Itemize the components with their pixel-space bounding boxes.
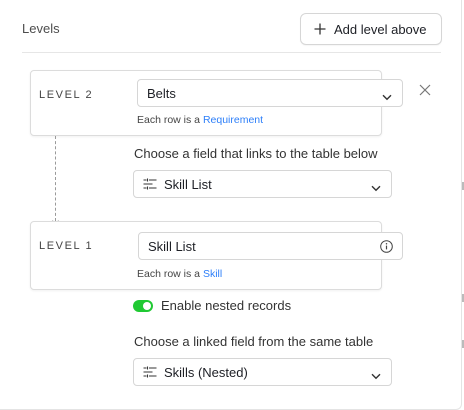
chevron-down-icon: [371, 180, 381, 195]
level-2-table-value: Belts: [147, 85, 176, 101]
link-field-value: Skill List: [164, 176, 212, 192]
divider: [22, 52, 441, 53]
skill-link[interactable]: Skill: [203, 268, 222, 280]
levels-popover: Levels Add level above LEVEL 2 Belts Eac…: [0, 0, 462, 410]
level-2-tag: LEVEL 2: [39, 89, 94, 101]
remove-level-close-icon[interactable]: [419, 83, 431, 101]
toggle-knob: [143, 301, 151, 310]
nested-records-label: Enable nested records: [161, 298, 292, 313]
plus-icon: [314, 20, 326, 38]
row-prefix: Each row is a: [137, 114, 203, 126]
link-field-label: Choose a field that links to the table b…: [134, 146, 378, 161]
level-2-card: LEVEL 2 Belts Each row is a Requirement: [30, 70, 403, 136]
row-prefix: Each row is a: [137, 268, 203, 280]
level-2-table-select[interactable]: Belts: [137, 79, 403, 107]
chevron-down-icon: [371, 368, 381, 383]
level-1-name-value: Skill List: [148, 238, 196, 254]
linked-field-icon: [143, 178, 157, 190]
linked-field-value: Skills (Nested): [164, 364, 248, 380]
level-connector-line: [55, 136, 56, 221]
level-1-row-description: Each row is a Skill: [137, 268, 222, 280]
add-level-above-label: Add level above: [334, 21, 427, 37]
level-1-card: LEVEL 1 Skill List Each row is a Skill: [30, 221, 403, 290]
linked-field-icon: [143, 366, 157, 378]
level-1-tag: LEVEL 1: [39, 240, 94, 252]
linked-field-label: Choose a linked field from the same tabl…: [134, 334, 374, 349]
link-field-select[interactable]: Skill List: [133, 170, 392, 198]
linked-field-select[interactable]: Skills (Nested): [133, 358, 392, 386]
level-1-name-field[interactable]: Skill List: [138, 232, 403, 260]
nested-records-toggle[interactable]: [133, 299, 153, 312]
info-icon[interactable]: [380, 240, 393, 256]
level-2-row-description: Each row is a Requirement: [137, 114, 263, 126]
requirement-link[interactable]: Requirement: [203, 114, 263, 126]
add-level-above-button[interactable]: Add level above: [300, 13, 442, 45]
nested-records-toggle-row: Enable nested records: [133, 298, 291, 313]
chevron-down-icon: [382, 89, 392, 104]
panel-title: Levels: [22, 21, 60, 36]
